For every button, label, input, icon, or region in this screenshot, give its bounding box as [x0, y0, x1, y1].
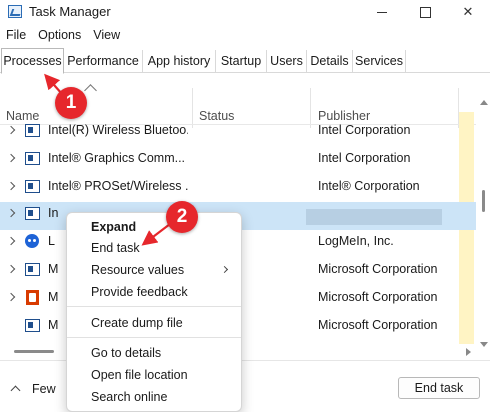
tab-performance[interactable]: Performance	[64, 50, 143, 73]
process-name: Intel(R) Wireless Bluetoo...	[48, 123, 188, 137]
expand-chevron-icon[interactable]	[6, 236, 16, 246]
tab-bar: Processes Performance App history Startu…	[0, 48, 490, 74]
service-icon	[25, 207, 40, 220]
menu-options[interactable]: Options	[32, 28, 87, 46]
service-icon	[25, 319, 40, 332]
process-publisher: Microsoft Corporation	[318, 318, 438, 332]
menu-item-go-to-details[interactable]: Go to details	[91, 346, 161, 360]
menu-item-provide-feedback[interactable]: Provide feedback	[91, 285, 188, 299]
expand-chevron-icon[interactable]	[6, 292, 16, 302]
menu-view[interactable]: View	[87, 28, 126, 46]
maximize-button[interactable]	[403, 0, 447, 24]
scrollbar-thumb[interactable]	[482, 190, 485, 212]
end-task-button[interactable]: End task	[398, 377, 480, 399]
process-publisher: LogMeIn, Inc.	[318, 234, 394, 248]
expand-chevron-icon[interactable]	[6, 208, 16, 218]
vertical-scrollbar[interactable]	[476, 100, 490, 358]
annotation-badge-2: 2	[166, 201, 198, 233]
service-icon	[25, 152, 40, 165]
process-name: Intel® Graphics Comm...	[48, 151, 186, 165]
window-title: Task Manager	[29, 4, 111, 19]
submenu-arrow-icon	[220, 265, 229, 274]
service-icon	[25, 124, 40, 137]
table-row[interactable]: Intel(R) Wireless Bluetoo... Intel Corpo…	[0, 119, 476, 147]
process-name: M	[48, 262, 59, 276]
close-button[interactable]: ✕	[446, 0, 490, 24]
service-icon	[25, 180, 40, 193]
process-name: L	[48, 234, 55, 248]
menu-separator	[67, 306, 241, 307]
menu-item-resource-values[interactable]: Resource values	[91, 263, 184, 277]
title-bar: Task Manager ✕	[0, 0, 490, 24]
table-row[interactable]: Intel® Graphics Comm... Intel Corporatio…	[0, 147, 476, 175]
task-manager-icon	[8, 5, 22, 18]
process-name: M	[48, 290, 59, 304]
scroll-right-arrow-icon[interactable]	[466, 348, 471, 356]
close-icon: ✕	[462, 4, 474, 19]
process-publisher: Intel® Corporation	[318, 179, 420, 193]
menu-bar: File Options View	[0, 28, 126, 46]
chevron-up-icon[interactable]	[10, 385, 21, 396]
process-name: In	[48, 206, 59, 220]
sort-ascending-icon	[84, 84, 97, 97]
redacted-publisher	[306, 209, 442, 225]
expand-chevron-icon[interactable]	[6, 153, 16, 163]
menu-item-expand[interactable]: Expand	[91, 220, 136, 234]
menu-item-open-file-location[interactable]: Open file location	[91, 368, 188, 382]
annotation-badge-1: 1	[55, 87, 87, 119]
process-name: Intel® PROSet/Wireless ...	[48, 179, 188, 193]
fewer-details-link[interactable]: Few	[32, 382, 56, 396]
tab-details[interactable]: Details	[307, 50, 353, 73]
tab-startup[interactable]: Startup	[216, 50, 267, 73]
expand-chevron-icon[interactable]	[6, 181, 16, 191]
menu-item-end-task[interactable]: End task	[91, 241, 140, 255]
menu-separator	[67, 337, 241, 338]
tab-processes[interactable]: Processes	[1, 48, 64, 74]
menu-file[interactable]: File	[0, 28, 32, 46]
tab-users[interactable]: Users	[267, 50, 307, 73]
scroll-up-arrow-icon[interactable]	[480, 100, 488, 105]
context-menu: Expand End task Resource values Provide …	[66, 212, 242, 412]
table-row[interactable]: Intel® PROSet/Wireless ... Intel® Corpor…	[0, 175, 476, 203]
process-name: M	[48, 318, 59, 332]
logmein-icon	[25, 234, 39, 248]
service-icon	[25, 263, 40, 276]
expand-chevron-icon[interactable]	[6, 264, 16, 274]
process-publisher: Intel Corporation	[318, 151, 411, 165]
expand-chevron-icon[interactable]	[6, 125, 16, 135]
process-publisher: Intel Corporation	[318, 123, 411, 137]
office-icon	[26, 290, 39, 305]
horizontal-scrollbar-thumb[interactable]	[14, 350, 54, 353]
process-publisher: Microsoft Corporation	[318, 290, 438, 304]
process-publisher: Microsoft Corporation	[318, 262, 438, 276]
scroll-down-arrow-icon[interactable]	[480, 342, 488, 347]
tab-services[interactable]: Services	[353, 50, 406, 73]
minimize-button[interactable]	[360, 0, 404, 24]
menu-item-search-online[interactable]: Search online	[91, 390, 167, 404]
menu-item-create-dump-file[interactable]: Create dump file	[91, 316, 183, 330]
tab-app-history[interactable]: App history	[143, 50, 216, 73]
